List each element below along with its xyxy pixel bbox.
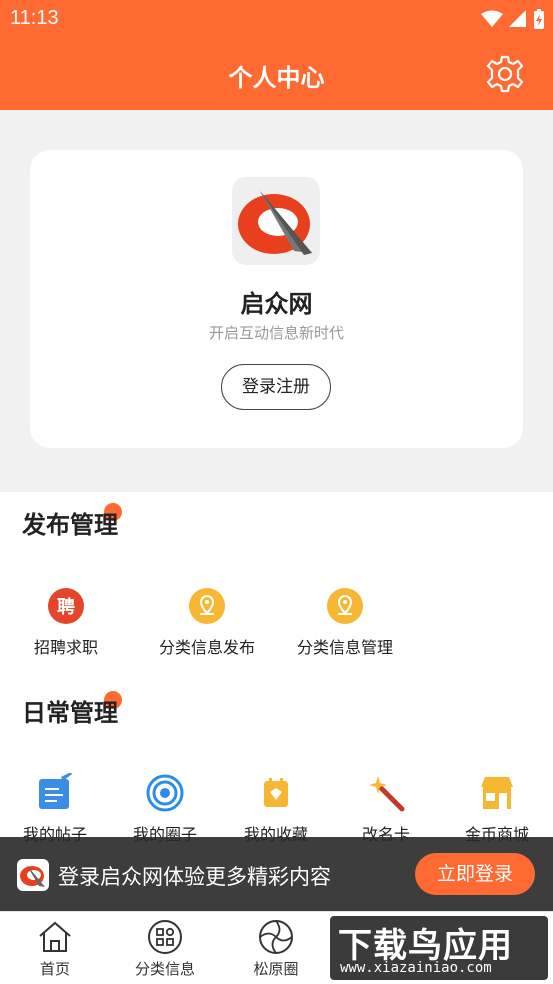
- favorite-icon: [256, 773, 296, 813]
- category-icon: [146, 918, 184, 956]
- grid-item-label: 分类信息发布: [158, 638, 255, 657]
- app-logo: [232, 177, 320, 265]
- login-register-button[interactable]: 登录注册: [221, 364, 331, 410]
- wifi-icon: [481, 10, 503, 27]
- grid-item-my-posts[interactable]: 我的帖子: [0, 772, 110, 845]
- grid-item-rename-card[interactable]: 改名卡: [331, 773, 441, 845]
- status-time: 11:13: [10, 7, 59, 29]
- grid-item-my-favorites[interactable]: 我的收藏: [221, 773, 331, 845]
- login-prompt-banner: 登录启众网体验更多精彩内容 立即登录: [0, 837, 553, 911]
- signal-icon: [509, 10, 526, 27]
- daily-section-title: 日常管理: [22, 699, 118, 727]
- grid-item-coin-mall[interactable]: 金币商城: [442, 773, 552, 845]
- page-title: 个人中心: [228, 64, 325, 92]
- watermark-url: www.xiazainiao.com: [340, 960, 492, 976]
- tab-songyuan-circle[interactable]: 松原圈: [221, 918, 331, 979]
- banner-logo-icon: [17, 859, 49, 891]
- banner-text: 登录启众网体验更多精彩内容: [58, 865, 331, 889]
- battery-icon: [534, 9, 544, 29]
- app-name: 启众网: [240, 290, 313, 318]
- profile-card: 启众网 开启互动信息新时代 登录注册: [30, 150, 523, 448]
- grid-item-label: 招聘求职: [33, 638, 98, 657]
- tab-label: 分类信息: [134, 960, 195, 978]
- circle-icon: [145, 773, 185, 813]
- tab-home[interactable]: 首页: [0, 918, 110, 979]
- grid-item-my-circles[interactable]: 我的圈子: [110, 773, 220, 845]
- svg-text:聘: 聘: [57, 596, 75, 618]
- tab-category[interactable]: 分类信息: [110, 918, 220, 979]
- tab-label: 松原圈: [253, 960, 299, 978]
- shop-icon: [477, 773, 517, 813]
- grid-item-recruit[interactable]: 聘 招聘求职: [11, 586, 121, 658]
- location-pin-icon: [325, 586, 365, 626]
- status-icons: [481, 8, 545, 30]
- grid-item-classified-manage[interactable]: 分类信息管理: [290, 586, 400, 658]
- magic-wand-icon: [366, 773, 406, 813]
- recruit-icon: 聘: [46, 586, 86, 626]
- grid-item-classified-publish[interactable]: 分类信息发布: [152, 586, 262, 658]
- login-now-button[interactable]: 立即登录: [415, 853, 535, 895]
- tab-label: 首页: [39, 960, 70, 978]
- gear-icon[interactable]: [485, 54, 525, 94]
- app-slogan: 开启互动信息新时代: [208, 324, 344, 342]
- status-bar: 11:13: [0, 0, 553, 38]
- post-edit-icon: [35, 772, 75, 813]
- publish-section-title: 发布管理: [22, 511, 118, 539]
- home-icon: [36, 918, 74, 956]
- aperture-icon: [257, 918, 295, 956]
- app-header: 个人中心: [0, 38, 553, 110]
- location-pin-icon: [187, 586, 227, 626]
- watermark: 下载鸟应用 www.xiazainiao.com: [330, 916, 548, 980]
- grid-item-label: 分类信息管理: [296, 638, 393, 657]
- app-logo-icon: [238, 191, 312, 255]
